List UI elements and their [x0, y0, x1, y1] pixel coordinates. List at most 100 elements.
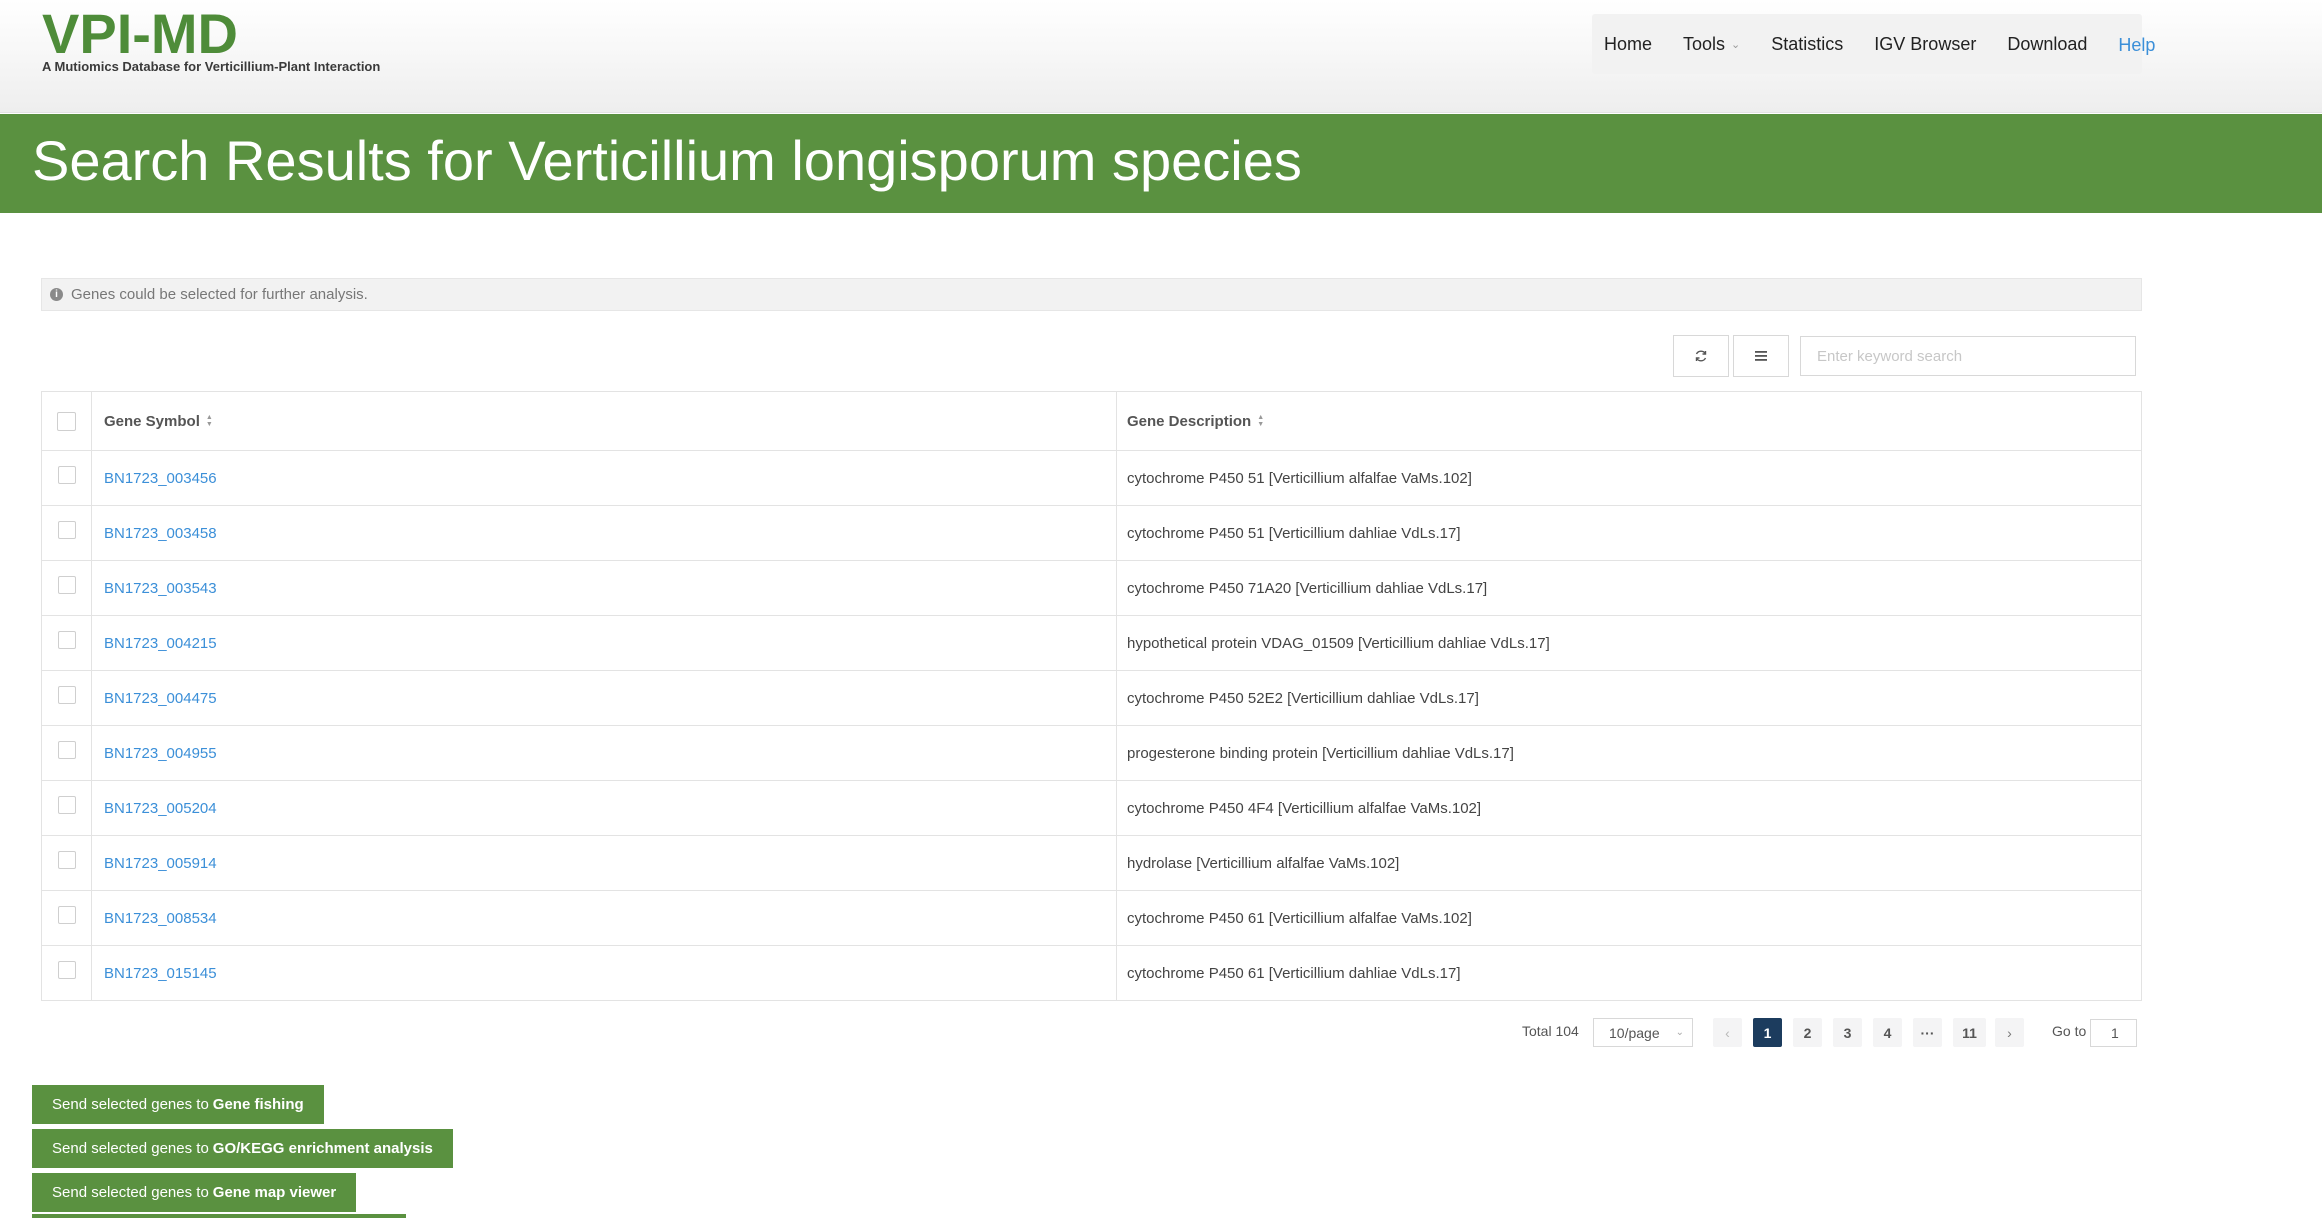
gene-symbol-link[interactable]: BN1723_004955 — [104, 745, 217, 762]
header-gene-symbol[interactable]: Gene Symbol ▲ ▼ — [92, 392, 1117, 450]
gene-symbol-cell: BN1723_015145 — [92, 946, 1117, 1000]
list-icon — [1755, 351, 1767, 361]
prev-page-button[interactable]: ‹ — [1713, 1018, 1742, 1047]
gene-description-cell: cytochrome P450 51 [Verticillium dahliae… — [1117, 506, 2141, 560]
row-checkbox[interactable] — [57, 851, 76, 869]
page-button[interactable]: 4 — [1873, 1018, 1902, 1047]
nav-help[interactable]: Help — [2118, 35, 2155, 56]
logo-subtitle: A Mutiomics Database for Verticillium-Pl… — [42, 59, 381, 74]
row-checkbox[interactable] — [57, 741, 76, 759]
columns-button[interactable] — [1733, 335, 1789, 377]
page-button[interactable]: 3 — [1833, 1018, 1862, 1047]
gene-symbol-cell: BN1723_003543 — [92, 561, 1117, 615]
action-target: Gene fishing — [212, 1096, 304, 1113]
gene-description-cell: cytochrome P450 52E2 [Verticillium dahli… — [1117, 671, 2141, 725]
logo-title[interactable]: VPI-MD — [42, 2, 238, 66]
total-count: Total 104 — [1522, 1023, 1579, 1039]
refresh-icon — [1695, 350, 1707, 362]
page-button[interactable]: 2 — [1793, 1018, 1822, 1047]
row-checkbox[interactable] — [57, 631, 76, 649]
gene-symbol-cell: BN1723_008534 — [92, 891, 1117, 945]
row-checkbox[interactable] — [57, 576, 76, 594]
nav-help-label: Help — [2118, 34, 2156, 55]
gene-description: cytochrome P450 4F4 [Verticillium alfalf… — [1127, 799, 1482, 817]
goto-page-input[interactable] — [2090, 1019, 2137, 1047]
row-checkbox[interactable] — [57, 796, 76, 814]
nav-igv-browser[interactable]: IGV Browser — [1874, 34, 1976, 55]
send-to-gene-fishing-button[interactable]: Send selected genes to Gene fishing — [32, 1085, 324, 1124]
nav-tools-label: Tools — [1683, 33, 1726, 54]
nav-tools[interactable]: Tools ⌄ — [1683, 34, 1740, 55]
row-checkbox-cell — [42, 506, 92, 560]
table-row: BN1723_008534 cytochrome P450 61 [Vertici… — [42, 891, 2141, 946]
select-all-checkbox[interactable] — [57, 411, 76, 431]
gene-symbol-cell: BN1723_004215 — [92, 616, 1117, 670]
nav-home[interactable]: Home — [1604, 34, 1652, 55]
gene-symbol-link[interactable]: BN1723_008534 — [104, 910, 217, 927]
row-checkbox[interactable] — [57, 521, 76, 539]
nav-statistics-label: Statistics — [1771, 33, 1844, 54]
row-checkbox[interactable] — [57, 686, 76, 704]
table-row: BN1723_004215 hypothetical protein VDAG_0… — [42, 616, 2141, 671]
info-circle-icon: i — [50, 288, 63, 301]
page-title: Search Results for Verticillium longispo… — [32, 129, 1302, 192]
table-row: BN1723_004955 progesterone binding protei… — [42, 726, 2141, 781]
title-banner: Search Results for Verticillium longispo… — [0, 114, 2322, 213]
chevron-down-icon: ⌄ — [1675, 1027, 1684, 1038]
row-checkbox[interactable] — [57, 961, 76, 979]
gene-symbol-link[interactable]: BN1723_003543 — [104, 580, 217, 597]
header-gene-description[interactable]: Gene Description ▲ ▼ — [1117, 392, 2141, 450]
table-row: BN1723_003458 cytochrome P450 51 [Vertici… — [42, 506, 2141, 561]
row-checkbox-cell — [42, 946, 92, 1000]
gene-description-cell: cytochrome P450 51 [Verticillium alfalfa… — [1117, 451, 2141, 505]
row-checkbox-cell — [42, 451, 92, 505]
refresh-button[interactable] — [1673, 335, 1729, 377]
gene-description: cytochrome P450 51 [Verticillium alfalfa… — [1127, 469, 1472, 487]
gene-description: hypothetical protein VDAG_01509 [Vertici… — [1127, 634, 1550, 652]
page-size-select[interactable]: 10/page ⌄ — [1593, 1018, 1693, 1047]
row-checkbox[interactable] — [57, 906, 76, 924]
page-button[interactable]: 1 — [1753, 1018, 1782, 1047]
header-gene-symbol-label: Gene Symbol ▲ ▼ — [104, 413, 213, 430]
nav-statistics[interactable]: Statistics — [1771, 34, 1843, 55]
nav-igv-browser-label: IGV Browser — [1874, 33, 1977, 54]
chevron-right-icon: › — [2007, 1024, 2012, 1041]
gene-symbol-link[interactable]: BN1723_005914 — [104, 855, 217, 872]
gene-symbol-link[interactable]: BN1723_004215 — [104, 635, 217, 652]
gene-description: hydrolase [Verticillium alfalfae VaMs.10… — [1127, 854, 1400, 872]
send-to-enrichment-button[interactable]: Send selected genes to GO/KEGG enrichment… — [32, 1129, 453, 1168]
info-alert: i Genes could be selected for further an… — [41, 278, 2142, 311]
gene-symbol-link[interactable]: BN1723_003458 — [104, 525, 217, 542]
gene-table: Gene Symbol ▲ ▼ Gene Description ▲ ▼ BN1723_… — [41, 391, 2142, 1001]
table-row: BN1723_003456 cytochrome P450 51 [Vertici… — [42, 451, 2141, 506]
gene-description: cytochrome P450 61 [Verticillium dahliae… — [1127, 964, 1461, 982]
action-prefix: Send selected genes to — [52, 1096, 209, 1113]
gene-symbol-link[interactable]: BN1723_004475 — [104, 690, 217, 707]
action-prefix: Send selected genes to — [52, 1184, 209, 1201]
gene-description-cell: hydrolase [Verticillium alfalfae VaMs.10… — [1117, 836, 2141, 890]
more-pages-button[interactable]: ··· — [1913, 1018, 1942, 1047]
table-header-row: Gene Symbol ▲ ▼ Gene Description ▲ ▼ — [42, 392, 2141, 451]
row-checkbox-cell — [42, 561, 92, 615]
gene-description-cell: progesterone binding protein [Verticilli… — [1117, 726, 2141, 780]
page-size-value: 10/page — [1609, 1024, 1660, 1041]
nav-download-label: Download — [2007, 33, 2088, 54]
nav-download[interactable]: Download — [2007, 34, 2087, 55]
goto-label: Go to — [2052, 1023, 2087, 1039]
gene-symbol-link[interactable]: BN1723_005204 — [104, 800, 217, 817]
table-row: BN1723_003543 cytochrome P450 71A20 [Vert… — [42, 561, 2141, 616]
sort-icon: ▲ ▼ — [205, 414, 213, 428]
page-button[interactable]: 11 — [1953, 1018, 1986, 1047]
keyword-search-input[interactable] — [1800, 336, 2136, 376]
gene-symbol-link[interactable]: BN1723_003456 — [104, 470, 217, 487]
gene-description: cytochrome P450 71A20 [Verticillium dahl… — [1127, 579, 1488, 597]
row-checkbox[interactable] — [57, 466, 76, 484]
gene-symbol-link[interactable]: BN1723_015145 — [104, 965, 217, 982]
header-gene-description-label: Gene Description ▲ ▼ — [1127, 413, 1264, 430]
main-nav: Home Tools ⌄ Statistics IGV Browser Downl… — [1592, 14, 2155, 74]
send-to-gene-map-viewer-button[interactable]: Send selected genes to Gene map viewer — [32, 1173, 357, 1212]
next-page-button[interactable]: › — [1995, 1018, 2024, 1047]
gene-description-cell: cytochrome P450 4F4 [Verticillium alfalf… — [1117, 781, 2141, 835]
header-gene-description-text: Gene Description — [1127, 412, 1252, 430]
cutoff-action-button[interactable] — [32, 1214, 406, 1218]
